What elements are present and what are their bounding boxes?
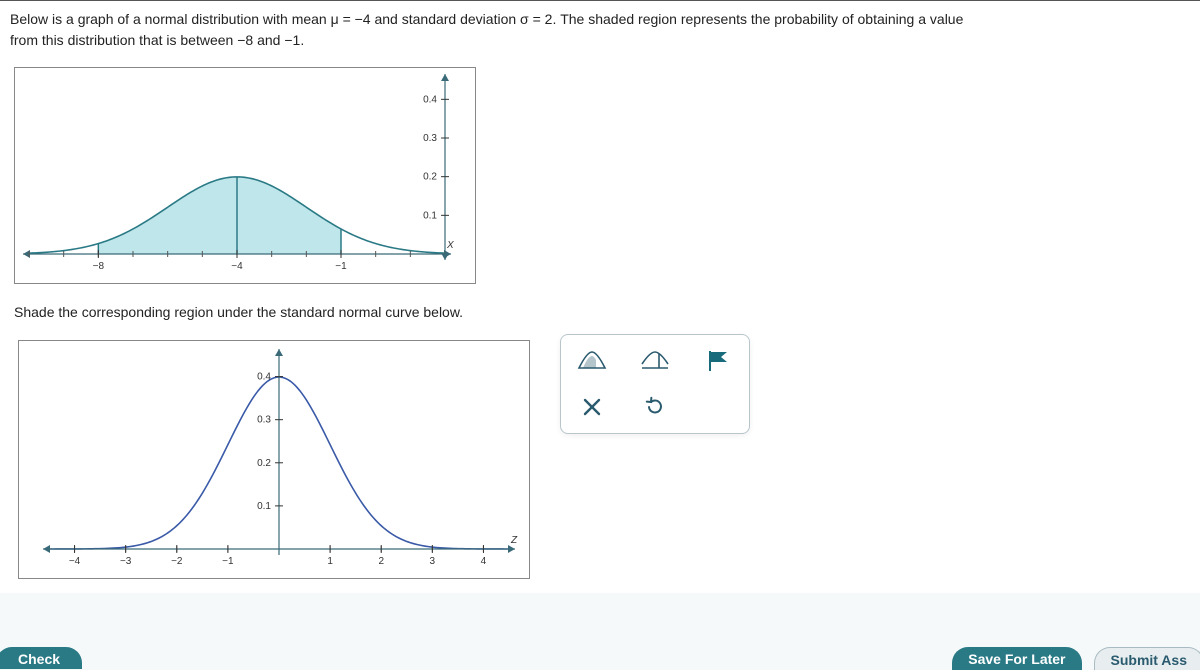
q-text: and standard deviation [371,11,520,27]
q-mu: μ = −4 [331,11,371,27]
svg-text:0.4: 0.4 [257,372,271,383]
svg-text:−4: −4 [231,261,243,272]
vertical-line-tool[interactable] [633,343,677,379]
save-for-later-button[interactable]: Save For Later [952,647,1081,670]
q-text: Below is a graph of a normal distributio… [10,11,331,27]
svg-text:3: 3 [430,556,436,567]
svg-text:−1: −1 [335,261,347,272]
svg-text:0.2: 0.2 [423,172,437,183]
svg-text:2: 2 [378,556,384,567]
submit-button[interactable]: Submit Ass [1094,647,1200,670]
svg-text:0.2: 0.2 [257,458,271,469]
svg-text:0.3: 0.3 [257,415,271,426]
clear-button[interactable] [570,389,614,425]
chart-toolbar [560,334,750,434]
q-text: . [300,32,304,48]
svg-text:4: 4 [481,556,487,567]
svg-text:0.4: 0.4 [423,94,437,105]
q-text: from this distribution that is between [10,32,237,48]
footer-bar: Check Save For Later Submit Ass [0,648,1200,668]
given-normal-chart: −8 −4 −1 0.1 0.2 0.3 0.4 X [14,67,476,284]
svg-text:−1: −1 [222,556,234,567]
reset-button[interactable] [633,389,677,425]
svg-text:−8: −8 [93,261,105,272]
q-text: and [253,32,284,48]
standard-normal-chart[interactable]: −4 −3 −2 −1 1 2 3 4 0.1 0.2 0.3 0.4 Z [18,340,530,579]
flag-tool[interactable] [696,343,740,379]
svg-text:−3: −3 [120,556,132,567]
svg-text:−2: −2 [171,556,183,567]
svg-text:Z: Z [510,535,518,546]
q-val1: −8 [237,32,253,48]
svg-text:0.1: 0.1 [423,210,437,221]
svg-text:0.1: 0.1 [257,501,271,512]
svg-text:1: 1 [327,556,333,567]
svg-text:0.3: 0.3 [423,133,437,144]
check-button[interactable]: Check [0,647,82,669]
svg-text:X: X [446,240,454,251]
question-text: Below is a graph of a normal distributio… [10,9,1190,51]
svg-text:−4: −4 [69,556,81,567]
instruction-text: Shade the corresponding region under the… [14,304,1190,320]
q-text: . The shaded region represents the proba… [552,11,963,27]
q-val2: −1 [284,32,300,48]
q-sigma: σ = 2 [520,11,552,27]
shade-region-tool[interactable] [570,343,614,379]
